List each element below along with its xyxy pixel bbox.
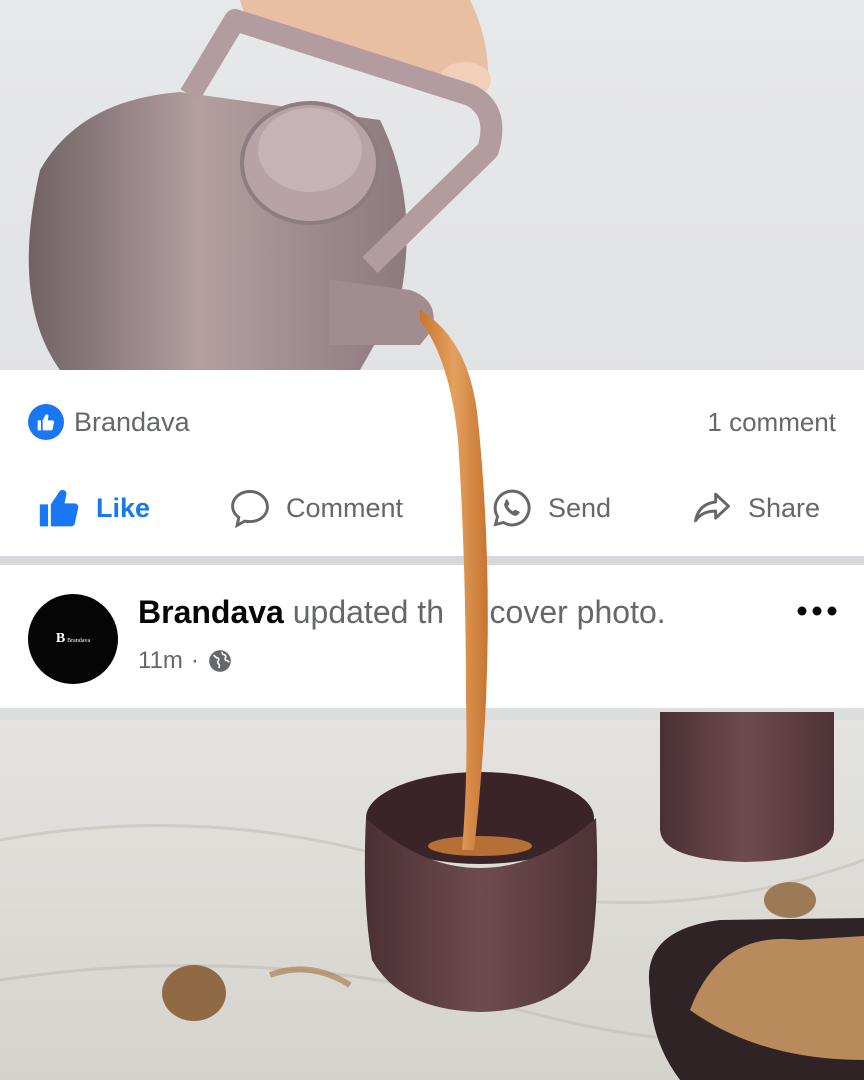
more-options-icon xyxy=(797,606,837,616)
send-label: Send xyxy=(548,492,612,523)
like-button[interactable]: Like xyxy=(38,478,150,538)
meta-separator: · xyxy=(190,647,199,674)
post-timestamp[interactable]: 11m xyxy=(138,647,183,675)
share-button[interactable]: Share xyxy=(690,478,820,538)
comment-label: Comment xyxy=(286,492,404,523)
more-options-button[interactable] xyxy=(794,596,840,626)
avatar-logo: B Brandava xyxy=(55,631,91,646)
post-action-bar: Like Comment Send Share xyxy=(0,478,864,538)
panel-divider xyxy=(0,556,864,565)
share-label: Share xyxy=(748,492,821,523)
share-arrow-icon xyxy=(694,492,730,523)
globe-icon xyxy=(209,650,231,672)
post-header-panel xyxy=(0,565,864,708)
comment-count[interactable]: 1 comment xyxy=(707,402,836,442)
comment-bubble-icon xyxy=(231,490,269,529)
post-story-line: Brandava updated th r cover photo. xyxy=(138,594,666,631)
whatsapp-icon xyxy=(493,489,531,527)
post-meta: 11m · xyxy=(138,644,233,678)
page-avatar[interactable]: B Brandava xyxy=(28,594,118,684)
like-reaction-icon xyxy=(28,404,64,440)
reactions-summary[interactable]: Brandava xyxy=(28,402,190,442)
like-label: Like xyxy=(96,492,151,523)
story-text-end: r cover photo. xyxy=(469,594,666,630)
thumbs-up-icon xyxy=(39,489,79,527)
page-name-link[interactable]: Brandava xyxy=(138,594,284,630)
reactions-name: Brandava xyxy=(74,406,190,437)
comment-button[interactable]: Comment xyxy=(228,478,403,538)
story-text-start: updated th xyxy=(292,594,444,630)
send-button[interactable]: Send xyxy=(490,478,611,538)
